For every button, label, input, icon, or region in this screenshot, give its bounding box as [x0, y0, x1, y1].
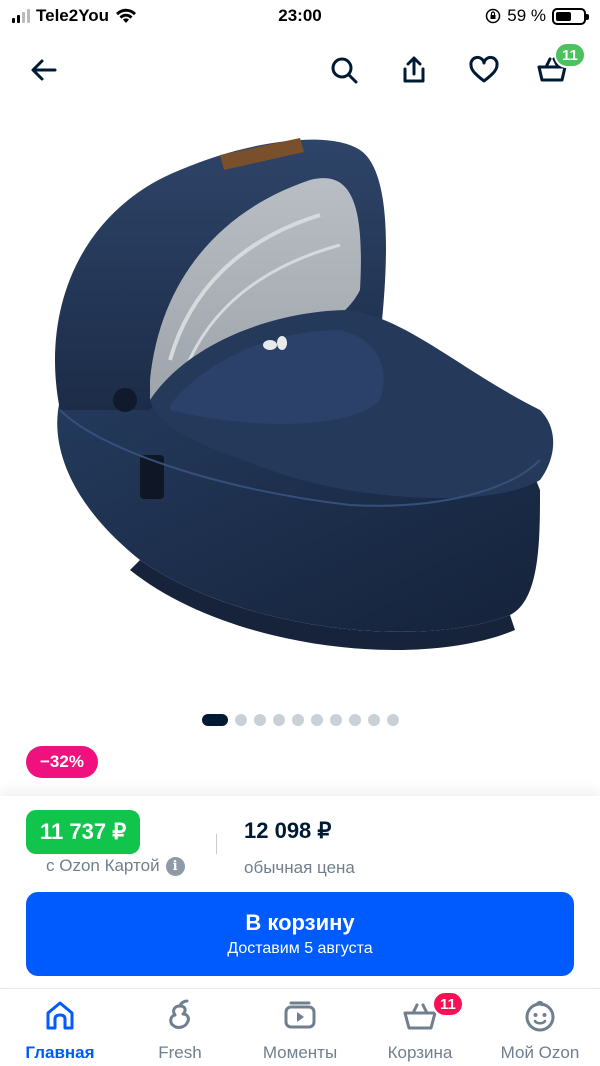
search-icon	[331, 57, 358, 84]
tab-my-ozon-label: Мой Ozon	[500, 1043, 580, 1062]
tab-home[interactable]: Главная	[0, 997, 120, 1063]
tab-cart-label: Корзина	[387, 1043, 453, 1062]
battery-icon	[552, 7, 589, 25]
ozon-card-price: 11 737 ₽	[26, 810, 141, 854]
gallery-dot[interactable]	[291, 714, 304, 726]
gallery-dot[interactable]	[348, 714, 361, 726]
add-to-cart-label: В корзину	[245, 910, 355, 935]
battery-group: 59 %	[485, 6, 589, 26]
orientation-lock-icon	[486, 8, 501, 24]
gallery-dot[interactable]	[234, 714, 247, 726]
gallery-dot[interactable]	[386, 714, 399, 726]
product-image[interactable]	[20, 110, 580, 690]
info-icon[interactable]: i	[165, 856, 185, 876]
home-icon	[46, 1001, 74, 1030]
gallery-dot[interactable]	[272, 714, 285, 726]
gallery-dot[interactable]	[201, 714, 228, 726]
ozon-card-label: с Ozon Картой	[46, 856, 160, 875]
gallery-pagination[interactable]	[0, 714, 600, 726]
tab-fresh[interactable]: Fresh	[120, 997, 240, 1063]
delivery-date: Доставим 5 августа	[227, 940, 373, 957]
discount-badge: −32%	[26, 746, 98, 778]
tab-fresh-label: Fresh	[158, 1043, 202, 1062]
share-button[interactable]	[390, 44, 438, 96]
back-button[interactable]	[20, 44, 68, 96]
ozon-card-label-group[interactable]: с Ozon Картой i	[46, 856, 185, 876]
top-nav: 11	[0, 42, 600, 96]
cart-tab-badge: 11	[432, 991, 464, 1017]
regular-price-label: обычная цена	[244, 858, 355, 877]
status-bar: Tele2You 23:00 59 %	[0, 0, 600, 36]
gallery-dot[interactable]	[310, 714, 323, 726]
battery-percent: 59 %	[507, 6, 546, 25]
heart-icon	[469, 56, 499, 83]
tab-moments-label: Моменты	[262, 1043, 338, 1062]
add-to-cart-button[interactable]: В корзину Доставим 5 августа	[26, 892, 574, 976]
smiley-icon	[525, 1000, 555, 1032]
fresh-icon	[169, 999, 190, 1029]
favorite-button[interactable]	[460, 44, 508, 96]
cart-count-badge: 11	[554, 42, 586, 68]
bottom-tab-bar: Главная Fresh Моменты 11 Корзина Мой Ozo…	[0, 988, 600, 1066]
regular-price: 12 098 ₽	[244, 818, 332, 843]
cart-button[interactable]: 11	[528, 42, 586, 96]
price-divider	[216, 834, 217, 854]
share-icon	[403, 56, 425, 83]
search-button[interactable]	[320, 44, 368, 96]
play-icon	[284, 1001, 316, 1029]
gallery-dot[interactable]	[253, 714, 266, 726]
tab-home-label: Главная	[25, 1043, 95, 1062]
tab-moments[interactable]: Моменты	[240, 997, 360, 1063]
gallery-dot[interactable]	[367, 714, 380, 726]
tab-cart[interactable]: 11 Корзина	[360, 991, 480, 1063]
gallery-dot[interactable]	[329, 714, 342, 726]
tab-my-ozon[interactable]: Мой Ozon	[480, 997, 600, 1063]
price-panel: 11 737 ₽ с Ozon Картой i 12 098 ₽ обычна…	[0, 796, 600, 986]
arrow-left-icon	[31, 59, 57, 81]
